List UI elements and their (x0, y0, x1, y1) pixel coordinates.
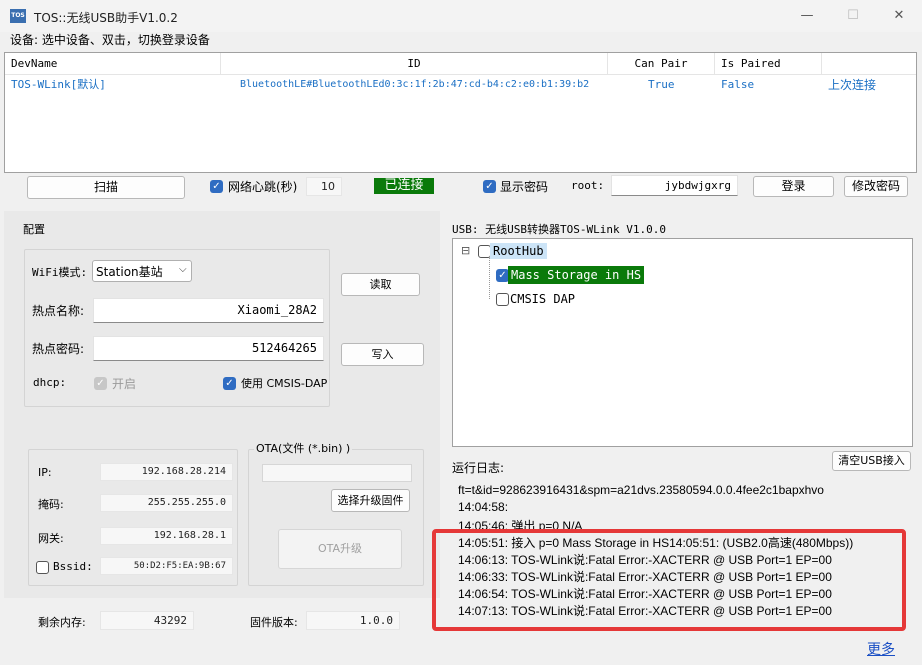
cmsis-dap-checkbox[interactable]: ✓ (223, 377, 236, 390)
maximize-button[interactable]: ☐ (830, 0, 876, 32)
free-memory-label: 剩余内存: (38, 616, 86, 629)
app-icon: TOS (10, 9, 26, 23)
change-password-button[interactable]: 修改密码 (844, 176, 908, 197)
can-pair-cell: True (648, 78, 675, 91)
ip-label: IP: (38, 466, 52, 479)
tree-node-mass-storage[interactable]: Mass Storage in HS (508, 266, 645, 284)
usb-device-title: USB: 无线USB转换器TOS-WLink V1.0.0 (452, 223, 666, 236)
table-row[interactable]: TOS-WLink[默认] BluetoothLE#BluetoothLEd0:… (5, 75, 916, 95)
tree-guide-line (489, 253, 490, 299)
more-link[interactable]: 更多 (867, 639, 895, 659)
close-button[interactable]: ✕ (876, 0, 922, 32)
bssid-label: Bssid: (53, 560, 93, 573)
clear-usb-button[interactable]: 清空USB接入 (832, 451, 911, 471)
gateway-label: 网关: (38, 532, 64, 545)
table-header: DevName ID Can Pair Is Paired (5, 53, 916, 75)
bssid-field: 50:D2:F5:EA:9B:67 (100, 557, 233, 575)
log-line: ft=t&id=928623916431&spm=a21dvs.23580594… (458, 483, 824, 497)
device-name-cell: TOS-WLink[默认] (11, 78, 106, 91)
log-line: 14:04:58: (458, 500, 509, 514)
show-password-checkbox[interactable]: ✓ (483, 180, 496, 193)
wifi-password-label: 热点密码: (32, 342, 85, 356)
device-table[interactable]: DevName ID Can Pair Is Paired TOS-WLink[… (4, 52, 917, 173)
tree-node-roothub[interactable]: RootHub (490, 243, 547, 259)
heartbeat-input[interactable]: 10 (306, 177, 342, 196)
heartbeat-label: 网络心跳(秒) (228, 180, 298, 194)
chevron-down-icon: ⌵ (179, 264, 187, 275)
wifi-password-input[interactable]: 512464265 (93, 336, 324, 361)
device-id-cell: BluetoothLE#BluetoothLEd0:3c:1f:2b:47:cd… (240, 79, 590, 90)
device-hint: 设备: 选中设备、双击，切换登录设备 (10, 33, 210, 47)
show-password-label: 显示密码 (500, 180, 549, 194)
column-header-extra[interactable] (822, 53, 916, 74)
dhcp-label: dhcp: (33, 376, 67, 389)
select-firmware-button[interactable]: 选择升级固件 (331, 489, 410, 512)
ssid-input[interactable]: Xiaomi_28A2 (93, 298, 324, 323)
minimize-button[interactable]: — (784, 0, 830, 32)
read-button[interactable]: 读取 (341, 273, 420, 296)
wifi-mode-value: Station基站 (96, 265, 163, 279)
firmware-version-field: 1.0.0 (306, 611, 400, 630)
window-title: TOS::无线USB助手V1.0.2 (34, 11, 178, 25)
column-header-id[interactable]: ID (221, 53, 608, 74)
password-input[interactable]: jybdwjgxrg (611, 175, 738, 196)
column-header-is-paired[interactable]: Is Paired (715, 53, 822, 74)
bssid-checkbox[interactable] (36, 561, 49, 574)
ota-progress-bar (262, 464, 412, 482)
cmsis-dap-tree-checkbox[interactable] (496, 293, 509, 306)
dhcp-option-label: 开启 (112, 377, 137, 391)
login-button[interactable]: 登录 (753, 176, 834, 197)
tree-node-cmsis-dap[interactable]: CMSIS DAP (510, 292, 575, 306)
write-button[interactable]: 写入 (341, 343, 424, 366)
scan-button[interactable]: 扫描 (27, 176, 185, 199)
mask-field: 255.255.255.0 (100, 494, 233, 512)
cmsis-dap-label: 使用 CMSIS-DAP (241, 377, 328, 390)
mask-label: 掩码: (38, 498, 64, 511)
log-label: 运行日志: (452, 461, 505, 475)
config-group-title: 配置 (23, 223, 45, 236)
ip-field: 192.168.28.214 (100, 463, 233, 481)
dhcp-checkbox[interactable]: ✓ (94, 377, 107, 390)
is-paired-cell: False (721, 78, 755, 91)
connection-status-badge: 已连接 (374, 178, 434, 194)
tree-collapse-icon[interactable]: ⊟ (461, 244, 470, 257)
ota-group-title: OTA(文件 (*.bin) ) (254, 440, 353, 456)
column-header-devname[interactable]: DevName (5, 53, 221, 74)
last-connected-cell: 上次连接 (828, 78, 877, 92)
usb-tree[interactable]: ⊟ RootHub ✓ Mass Storage in HS CMSIS DAP (452, 238, 913, 447)
gateway-field: 192.168.28.1 (100, 527, 233, 545)
highlight-box (432, 529, 906, 631)
free-memory-field: 43292 (100, 611, 194, 630)
title-bar: TOS TOS::无线USB助手V1.0.2 — ☐ ✕ (0, 0, 922, 32)
firmware-version-label: 固件版本: (250, 616, 298, 629)
column-header-can-pair[interactable]: Can Pair (608, 53, 715, 74)
wifi-mode-select[interactable]: Station基站 ⌵ (92, 260, 192, 282)
user-label: root: (571, 179, 605, 192)
ssid-label: 热点名称: (32, 304, 85, 318)
heartbeat-checkbox[interactable]: ✓ (210, 180, 223, 193)
wifi-mode-label: WiFi模式: (32, 266, 88, 279)
ota-upgrade-button[interactable]: OTA升级 (278, 529, 402, 569)
